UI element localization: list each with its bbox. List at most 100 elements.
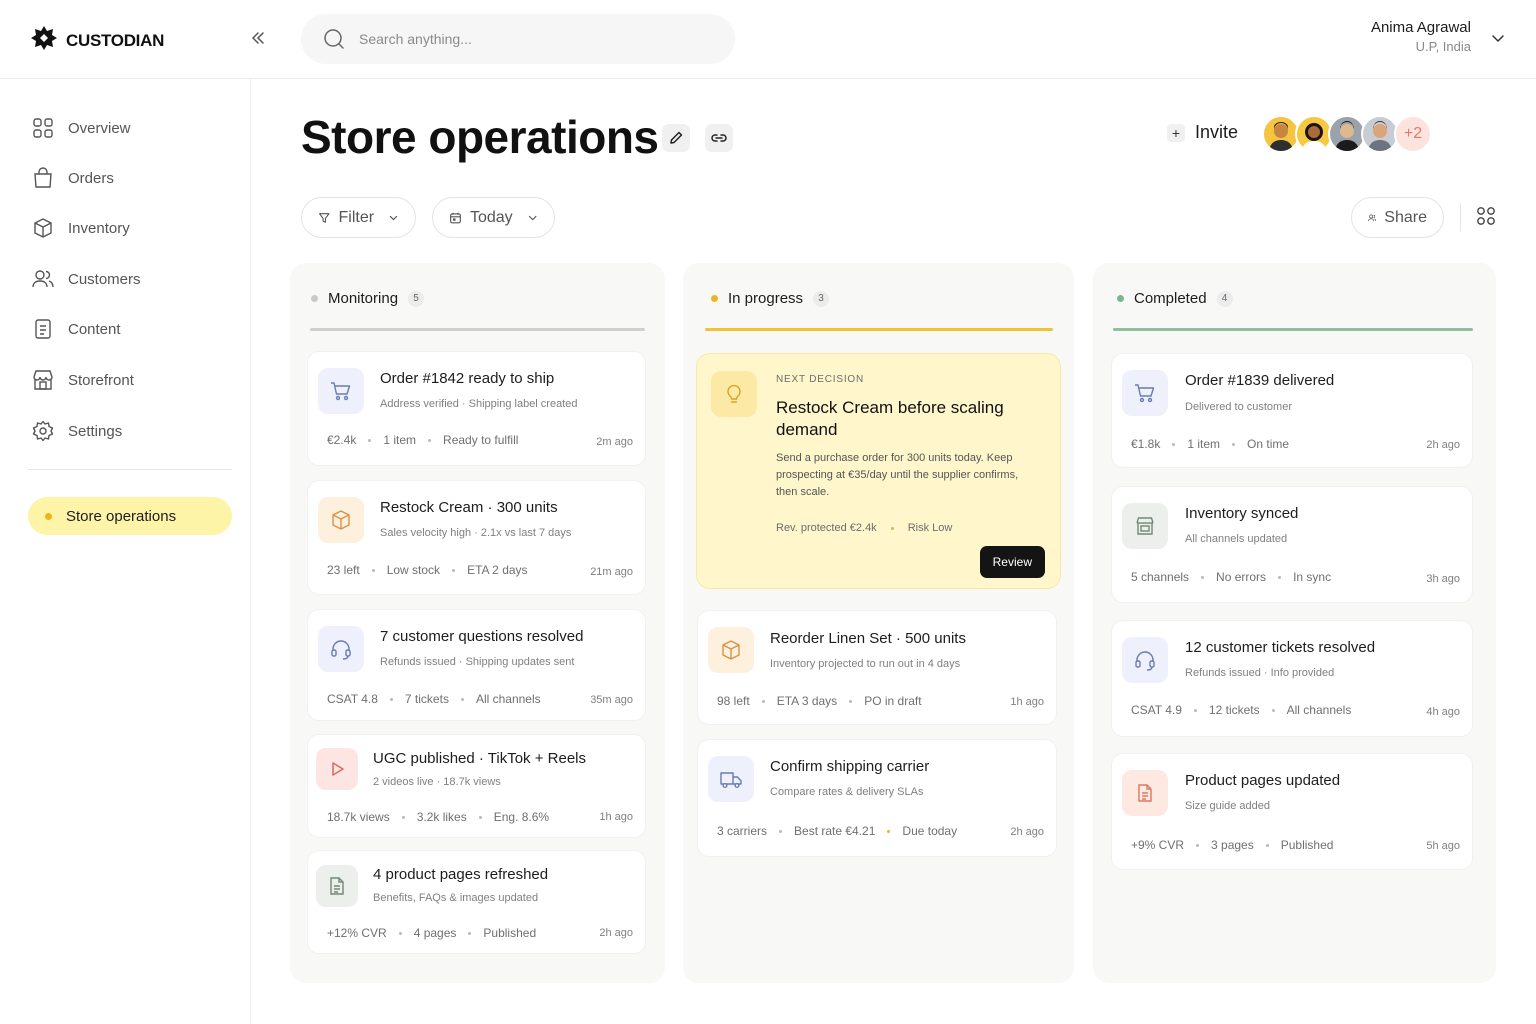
card-timestamp: 35m ago bbox=[590, 694, 633, 706]
meta-value: +12% CVR bbox=[327, 926, 387, 940]
card-timestamp: 1h ago bbox=[1010, 696, 1044, 708]
card-subtitle: Benefits, FAQs & images updated bbox=[373, 892, 539, 904]
card-title: Order #1842 ready to ship bbox=[380, 370, 555, 387]
column-count-badge: 5 bbox=[408, 290, 425, 307]
user-profile[interactable]: Anima Agrawal U.P, India bbox=[1371, 19, 1471, 54]
card-subtitle: Refunds issued · Info provided bbox=[1185, 667, 1335, 679]
card-meta: CSAT 4.8 7 tickets All channels bbox=[327, 692, 541, 706]
card-title: Inventory synced bbox=[1185, 505, 1299, 522]
sidebar-item-store-operations[interactable]: Store operations bbox=[28, 497, 232, 535]
task-card[interactable]: Inventory synced All channels updated 5 … bbox=[1111, 486, 1473, 603]
brand-logo[interactable]: CUSTODIAN bbox=[30, 24, 164, 57]
card-title: 4 product pages refreshed bbox=[373, 866, 549, 883]
card-subtitle: Sales velocity high · 2.1x vs last 7 day… bbox=[380, 527, 572, 539]
meta-value: Eng. 8.6% bbox=[493, 810, 550, 824]
pencil-icon bbox=[670, 131, 683, 144]
search-bar[interactable] bbox=[301, 14, 735, 64]
sidebar-item-label: Inventory bbox=[68, 219, 130, 237]
card-meta: 3 carriers Best rate €4.21 Due today bbox=[717, 824, 957, 838]
column-count-badge: 3 bbox=[813, 290, 830, 307]
task-card[interactable]: Confirm shipping carrier Compare rates &… bbox=[697, 739, 1057, 857]
cart-icon bbox=[1122, 370, 1168, 416]
filter-button[interactable]: Filter bbox=[301, 197, 416, 238]
card-subtitle: Size guide added bbox=[1185, 800, 1271, 812]
lightbulb-icon bbox=[711, 371, 757, 417]
sidebar-item-label: Store operations bbox=[66, 507, 177, 525]
column-title: In progress bbox=[728, 290, 804, 307]
double-chevron-left-icon bbox=[251, 32, 264, 44]
card-title: Order #1839 delivered bbox=[1185, 372, 1335, 389]
brand-name: CUSTODIAN bbox=[66, 30, 165, 50]
task-card[interactable]: Order #1839 delivered Delivered to custo… bbox=[1111, 353, 1473, 468]
meta-value: +9% CVR bbox=[1131, 838, 1185, 852]
sidebar-item-label: Customers bbox=[68, 270, 141, 288]
invite-button[interactable]: + Invite bbox=[1167, 122, 1238, 143]
next-decision-card[interactable]: NEXT DECISION Restock Cream before scali… bbox=[696, 353, 1061, 589]
column-title: Monitoring bbox=[328, 290, 399, 307]
headset-icon bbox=[1122, 637, 1168, 683]
meta-value: Published bbox=[483, 926, 537, 940]
card-title: Restock Cream before scaling demand bbox=[776, 398, 1004, 439]
card-title: Reorder Linen Set · 500 units bbox=[770, 630, 966, 647]
sidebar-item-customers[interactable]: Customers bbox=[32, 266, 141, 292]
sidebar-item-label: Storefront bbox=[68, 371, 134, 389]
task-card[interactable]: 7 customer questions resolved Refunds is… bbox=[307, 609, 646, 721]
task-card[interactable]: Order #1842 ready to ship Address verifi… bbox=[307, 351, 646, 466]
card-meta: Rev. protected €2.4k Risk Low bbox=[776, 522, 952, 534]
card-subtitle: Refunds issued · Shipping updates sent bbox=[380, 656, 575, 668]
sidebar-item-overview[interactable]: Overview bbox=[32, 115, 131, 141]
copy-link-button[interactable] bbox=[705, 124, 733, 152]
card-meta: €1.8k 1 item On time bbox=[1131, 437, 1289, 451]
search-input[interactable] bbox=[359, 31, 699, 47]
layout-toggle-button[interactable] bbox=[1475, 205, 1499, 229]
collaborator-avatars[interactable]: +2 bbox=[1262, 115, 1432, 153]
collapse-sidebar-button[interactable] bbox=[246, 26, 270, 50]
meta-value: €1.8k bbox=[1131, 437, 1161, 451]
task-card[interactable]: 4 product pages refreshed Benefits, FAQs… bbox=[307, 850, 646, 954]
meta-value: PO in draft bbox=[864, 694, 922, 708]
task-card[interactable]: Reorder Linen Set · 500 units Inventory … bbox=[697, 610, 1057, 725]
sidebar-divider bbox=[28, 469, 232, 470]
card-title: UGC published · TikTok + Reels bbox=[373, 750, 587, 767]
review-button[interactable]: Review bbox=[979, 546, 1045, 578]
sidebar-item-settings[interactable]: Settings bbox=[32, 418, 122, 444]
active-dot-icon bbox=[45, 512, 52, 520]
meta-value: Best rate €4.21 bbox=[794, 824, 876, 838]
sidebar-item-content[interactable]: Content bbox=[32, 316, 121, 342]
task-card[interactable]: Restock Cream · 300 units Sales velocity… bbox=[307, 480, 646, 595]
user-menu-chevron-icon[interactable] bbox=[1490, 30, 1506, 51]
task-card[interactable]: UGC published · TikTok + Reels 2 videos … bbox=[307, 734, 646, 838]
truck-icon bbox=[708, 756, 754, 802]
card-body: Send a purchase order for 300 units toda… bbox=[776, 452, 1019, 498]
status-dot-icon bbox=[1117, 295, 1124, 302]
sidebar-item-inventory[interactable]: Inventory bbox=[32, 215, 130, 241]
user-location: U.P, India bbox=[1415, 39, 1471, 54]
shopping-bag-icon bbox=[34, 167, 52, 188]
date-range-button[interactable]: Today bbox=[432, 197, 555, 238]
card-meta: +9% CVR 3 pages Published bbox=[1131, 838, 1333, 852]
meta-value: All channels bbox=[475, 692, 541, 706]
sidebar: Overview Orders Inventory Customers Cont… bbox=[0, 79, 251, 1024]
box-icon bbox=[708, 627, 754, 673]
user-name: Anima Agrawal bbox=[1370, 19, 1471, 36]
task-card[interactable]: 12 customer tickets resolved Refunds iss… bbox=[1111, 620, 1473, 737]
card-timestamp: 2m ago bbox=[596, 436, 633, 448]
meta-value: 1 item bbox=[383, 433, 417, 447]
more-collaborators-badge[interactable]: +2 bbox=[1394, 115, 1432, 153]
card-kicker: NEXT DECISION bbox=[776, 374, 865, 385]
card-timestamp: 4h ago bbox=[1426, 706, 1460, 718]
share-label: Share bbox=[1384, 208, 1427, 226]
sidebar-item-orders[interactable]: Orders bbox=[32, 165, 114, 191]
share-button[interactable]: Share bbox=[1351, 197, 1444, 238]
meta-value: 5 channels bbox=[1131, 570, 1190, 584]
meta-value: 3 carriers bbox=[717, 824, 768, 838]
document-icon bbox=[316, 865, 358, 907]
task-card[interactable]: Product pages updated Size guide added +… bbox=[1111, 753, 1473, 870]
card-subtitle: Delivered to customer bbox=[1185, 401, 1292, 413]
card-meta: €2.4k 1 item Ready to fulfill bbox=[327, 433, 518, 447]
sidebar-item-label: Content bbox=[68, 320, 121, 338]
invite-label: Invite bbox=[1195, 122, 1239, 142]
column-header: In progress 3 bbox=[711, 290, 830, 307]
edit-title-button[interactable] bbox=[662, 124, 690, 152]
sidebar-item-storefront[interactable]: Storefront bbox=[32, 367, 134, 393]
